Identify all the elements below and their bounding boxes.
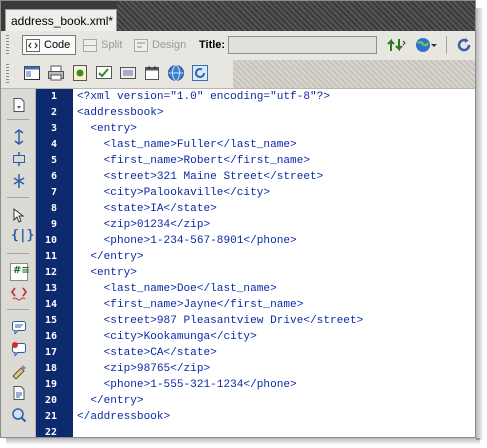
editor-window: address_book.xml* Code Split Design Titl…	[0, 0, 476, 438]
line-number: 1	[50, 91, 57, 102]
toolbar-grip[interactable]	[6, 35, 9, 55]
split-view-button[interactable]: Split	[80, 35, 128, 55]
code-line[interactable]: <last_name>Doe</last_name>	[77, 281, 277, 297]
sidebar-divider	[7, 309, 29, 310]
line-number: 16	[44, 331, 57, 342]
design-view-label: Design	[152, 39, 187, 51]
remove-comment-icon[interactable]	[11, 341, 27, 357]
line-number: 21	[44, 411, 57, 422]
select-parent-tag-icon[interactable]	[11, 207, 27, 223]
code-line[interactable]: <street>987 Pleasantview Drive</street>	[77, 313, 364, 329]
open-documents-icon[interactable]	[11, 97, 27, 113]
code-line[interactable]: </entry>	[77, 393, 143, 409]
line-number: 20	[44, 395, 57, 406]
code-line[interactable]: <first_name>Robert</first_name>	[77, 153, 310, 169]
window-shadow	[476, 8, 484, 440]
refresh-design-icon[interactable]	[191, 64, 209, 82]
print-icon[interactable]	[47, 64, 65, 82]
line-number: 3	[50, 123, 57, 134]
line-number: 2	[50, 107, 57, 118]
view-options-toolbar	[1, 60, 475, 89]
line-number: 4	[50, 139, 57, 150]
line-number: 19	[44, 379, 57, 390]
calendar-icon[interactable]	[143, 64, 161, 82]
sidebar-divider	[7, 253, 29, 254]
line-number: 5	[50, 155, 57, 166]
line-number: 10	[44, 235, 57, 246]
code-line[interactable]: </entry>	[77, 249, 143, 265]
sidebar-divider	[7, 119, 29, 120]
code-line[interactable]: <entry>	[77, 121, 137, 137]
document-tab-bar: address_book.xml*	[1, 1, 475, 31]
line-number: 17	[44, 347, 57, 358]
globe-icon[interactable]	[167, 64, 185, 82]
coding-toolbar: {|} #≡	[1, 89, 36, 437]
code-line[interactable]: <phone>1-234-567-8901</phone>	[77, 233, 297, 249]
highlight-invalid-code-icon[interactable]	[11, 285, 27, 301]
code-line[interactable]: <zip>98765</zip>	[77, 361, 211, 377]
wrap-tag-icon[interactable]	[11, 363, 27, 380]
window-shadow	[6, 438, 480, 445]
code-line[interactable]: <?xml version="1.0" encoding="utf-8"?>	[77, 89, 330, 105]
code-line[interactable]: <zip>01234</zip>	[77, 217, 211, 233]
toolbar-grip-2[interactable]	[6, 64, 9, 84]
code-line[interactable]: <entry>	[77, 265, 137, 281]
browser-check-icon[interactable]	[119, 64, 137, 82]
document-tab[interactable]: address_book.xml*	[5, 9, 117, 31]
line-number: 14	[44, 299, 57, 310]
code-line[interactable]: <state>IA</state>	[77, 201, 217, 217]
toolbar-separator	[446, 36, 447, 54]
line-number: 22	[44, 427, 57, 438]
page-icon[interactable]	[71, 64, 89, 82]
title-label: Title:	[199, 39, 226, 51]
document-title-input[interactable]	[228, 36, 377, 54]
apply-comment-icon[interactable]	[11, 319, 27, 335]
line-number: 6	[50, 171, 57, 182]
code-line[interactable]: <first_name>Jayne</first_name>	[77, 297, 304, 313]
line-number: 15	[44, 315, 57, 326]
code-line[interactable]: </addressbook>	[77, 409, 170, 425]
preview-browser-icon[interactable]	[415, 36, 437, 54]
code-editor[interactable]: <?xml version="1.0" encoding="utf-8"?> <…	[73, 89, 475, 437]
sidebar-divider	[7, 197, 29, 198]
code-line[interactable]: <city>Palookaville</city>	[77, 185, 270, 201]
toolbar-background	[233, 60, 475, 88]
line-number: 9	[50, 219, 57, 230]
line-number-gutter: 1 2 3 4 5 6 7 8 9 10 11 12 13 14 15 16 1…	[36, 89, 73, 438]
collapse-selection-icon[interactable]	[11, 151, 27, 167]
code-line[interactable]: <state>CA</state>	[77, 345, 217, 361]
collapse-tag-icon[interactable]	[11, 129, 27, 145]
tab-bar-background	[117, 1, 475, 31]
document-tab-label: address_book.xml*	[11, 14, 114, 28]
split-view-icon	[83, 38, 97, 52]
move-css-icon[interactable]	[11, 407, 27, 423]
design-view-icon	[134, 38, 148, 52]
visual-aids-icon[interactable]	[23, 64, 41, 82]
code-view-button[interactable]: Code	[22, 35, 76, 55]
code-view-label: Code	[44, 39, 71, 51]
line-number: 8	[50, 203, 57, 214]
refresh-icon[interactable]	[456, 37, 472, 53]
expand-all-icon[interactable]	[11, 173, 27, 189]
validate-icon[interactable]	[95, 64, 113, 82]
line-number: 18	[44, 363, 57, 374]
line-number: 11	[44, 251, 57, 262]
code-line[interactable]: <city>Kookamunga</city>	[77, 329, 257, 345]
split-view-label: Split	[101, 39, 123, 51]
design-view-button[interactable]: Design	[131, 35, 191, 55]
line-number: 13	[44, 283, 57, 294]
line-numbers-icon[interactable]: #≡	[10, 263, 30, 281]
recent-snippets-icon[interactable]	[11, 385, 27, 401]
file-management-icon[interactable]	[387, 37, 407, 53]
code-line[interactable]: <phone>1-555-321-1234</phone>	[77, 377, 297, 393]
line-number: 12	[44, 267, 57, 278]
code-view-icon	[26, 38, 40, 52]
code-line[interactable]: <street>321 Maine Street</street>	[77, 169, 324, 185]
line-number: 7	[50, 187, 57, 198]
code-line[interactable]: <addressbook>	[77, 105, 164, 121]
code-line[interactable]: <last_name>Fuller</last_name>	[77, 137, 297, 153]
balance-braces-icon[interactable]: {|}	[11, 228, 34, 245]
